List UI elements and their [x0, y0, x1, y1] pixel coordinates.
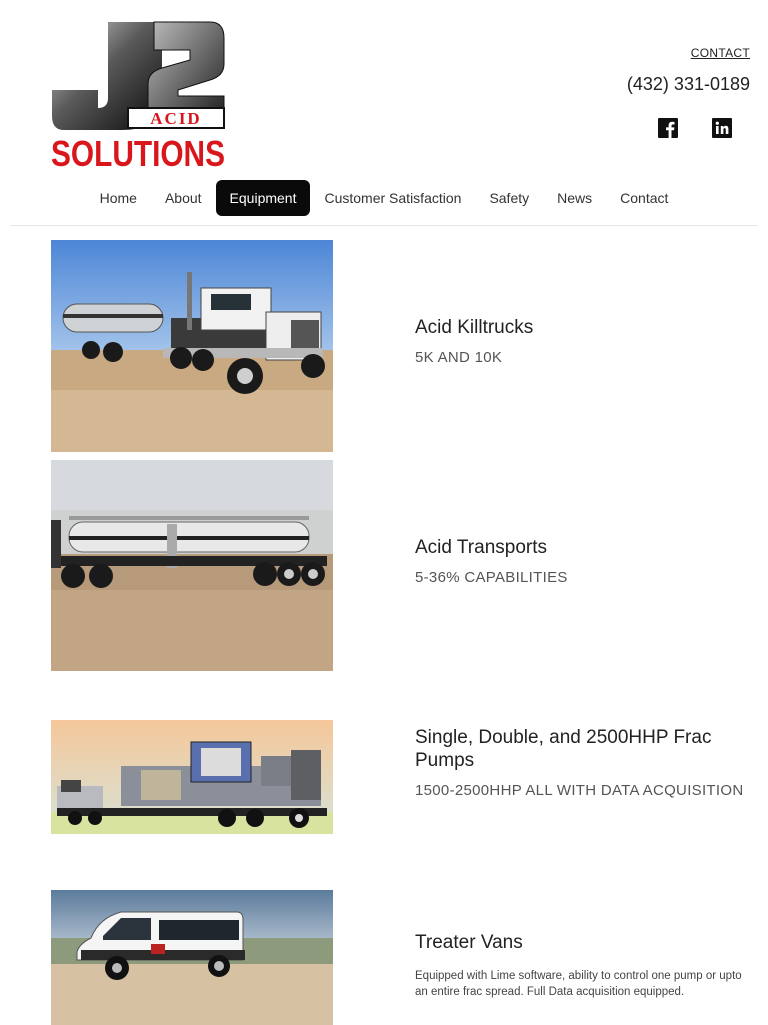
facebook-icon[interactable] — [658, 118, 678, 138]
equipment-row-treater-vans: Treater Vans Equipped with Lime software… — [0, 890, 768, 1025]
frac-pumps-text: Single, Double, and 2500HHP Frac Pumps 1… — [415, 726, 745, 800]
equipment-title: Acid Killtrucks — [415, 317, 534, 338]
equipment-title: Acid Transports — [415, 537, 547, 558]
transport-photo — [51, 460, 333, 671]
equipment-row-killtrucks: Acid Killtrucks 5K AND 10K — [0, 240, 768, 452]
equipment-row-transports: Acid Transports 5-36% CAPABILITIES — [0, 460, 768, 671]
equipment-subtitle: 5K AND 10K — [415, 349, 503, 366]
nav-equipment[interactable]: Equipment — [215, 180, 311, 216]
site-header: ACID SOLUTIONS CONTACT (432) 331-0189 Ho… — [0, 0, 768, 226]
company-logo[interactable]: ACID SOLUTIONS — [50, 18, 228, 174]
nav-contact[interactable]: Contact — [606, 180, 682, 216]
logo-acid-text: ACID — [150, 109, 201, 128]
equipment-row-frac-pumps: Single, Double, and 2500HHP Frac Pumps 1… — [0, 720, 768, 834]
equipment-title: Treater Vans — [415, 932, 523, 953]
treater-van-photo — [51, 890, 333, 1025]
transports-text: Acid Transports 5-36% CAPABILITIES — [415, 536, 745, 587]
equipment-subtitle: 1500-2500HHP ALL WITH DATA ACQUISITION — [415, 782, 744, 799]
nav-home[interactable]: Home — [86, 180, 151, 216]
treater-vans-text: Treater Vans Equipped with Lime software… — [415, 931, 745, 1000]
equipment-description: Equipped with Lime software, ability to … — [415, 970, 742, 998]
nav-about[interactable]: About — [151, 180, 216, 216]
equipment-title: Single, Double, and 2500HHP Frac Pumps — [415, 727, 712, 771]
nav-customer-satisfaction[interactable]: Customer Satisfaction — [310, 180, 475, 216]
main-nav: Home About Equipment Customer Satisfacti… — [0, 180, 768, 216]
frac-pump-photo — [51, 720, 333, 834]
contact-link[interactable]: CONTACT — [691, 46, 750, 60]
killtrucks-text: Acid Killtrucks 5K AND 10K — [415, 316, 745, 367]
equipment-subtitle: 5-36% CAPABILITIES — [415, 569, 568, 586]
linkedin-icon[interactable] — [712, 118, 732, 138]
nav-safety[interactable]: Safety — [475, 180, 543, 216]
killtruck-photo — [51, 240, 333, 452]
header-divider — [10, 225, 758, 226]
logo-solutions-text: SOLUTIONS — [51, 133, 225, 170]
phone-number[interactable]: (432) 331-0189 — [627, 74, 750, 95]
nav-news[interactable]: News — [543, 180, 606, 216]
